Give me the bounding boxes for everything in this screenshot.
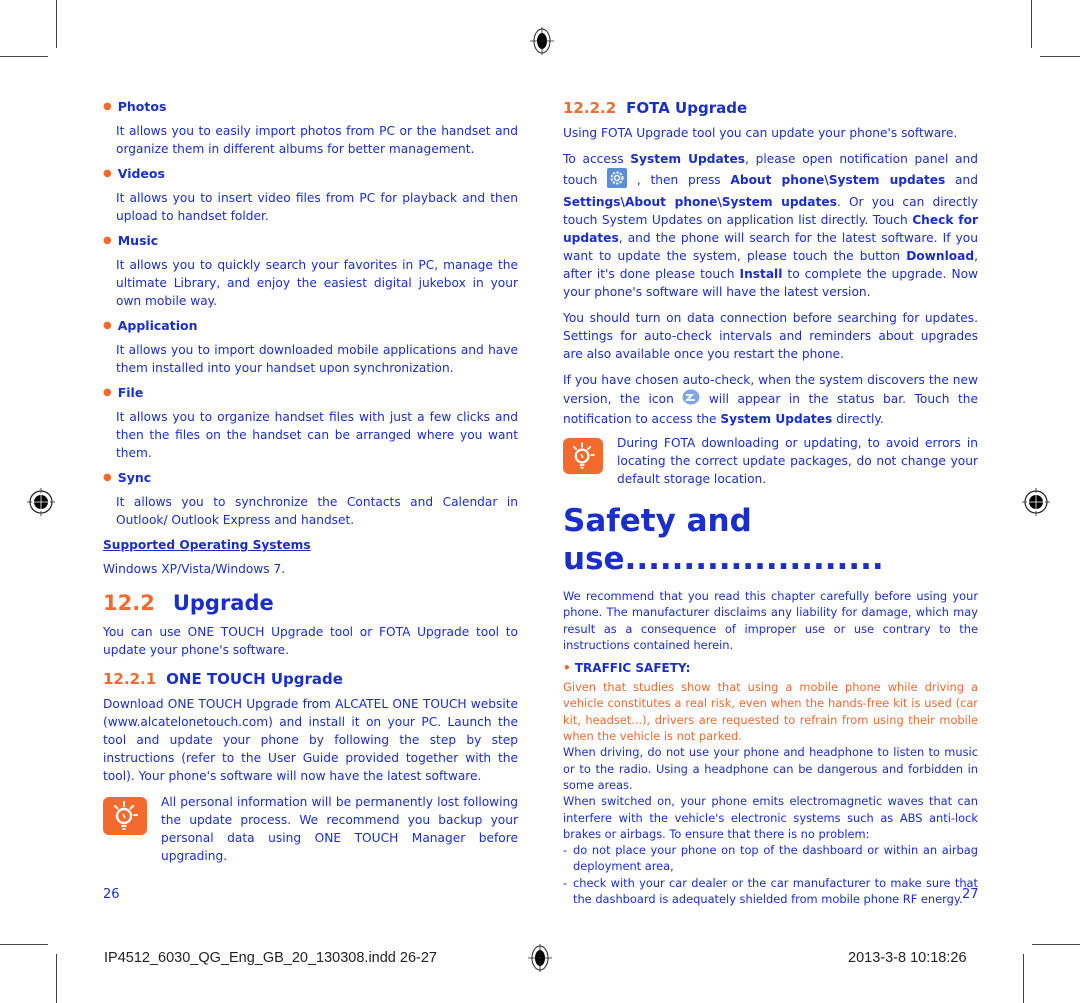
section-number: 12.2 bbox=[103, 591, 155, 615]
tip-text: All personal information will be permane… bbox=[161, 795, 518, 863]
tip-note: All personal information will be permane… bbox=[103, 793, 518, 865]
feature-title: Application bbox=[117, 318, 198, 333]
crop-mark bbox=[1032, 944, 1080, 945]
feature-title: File bbox=[117, 385, 144, 400]
subsection-heading: 12.2.2 FOTA Upgrade bbox=[563, 98, 978, 118]
fota-intro: Using FOTA Upgrade tool you can update y… bbox=[563, 126, 958, 140]
crop-mark bbox=[1031, 0, 1032, 48]
feature-description: It allows you to insert video files from… bbox=[116, 191, 518, 223]
feature-title: Photos bbox=[117, 99, 167, 114]
chapter-title: Safety and use...................... bbox=[563, 503, 884, 577]
subsection-heading: 12.2.1 ONE TOUCH Upgrade bbox=[103, 669, 518, 689]
crop-mark bbox=[1040, 56, 1080, 57]
page-number: 27 bbox=[962, 887, 979, 902]
section-body: You can use ONE TOUCH Upgrade tool or FO… bbox=[103, 625, 518, 657]
registration-mark-icon bbox=[1022, 488, 1050, 516]
supported-os-text: Windows XP/Vista/Windows 7. bbox=[103, 562, 286, 576]
lightbulb-icon bbox=[103, 797, 147, 835]
page-number: 26 bbox=[103, 887, 120, 902]
feature-item: ● Sync It allows you to synchronize the C… bbox=[103, 469, 518, 529]
feature-title: Music bbox=[117, 233, 159, 248]
feature-item: ● Music It allows you to quickly search y… bbox=[103, 232, 518, 310]
settings-gear-icon bbox=[607, 168, 628, 193]
feature-description: It allows you to quickly search your fav… bbox=[116, 258, 518, 308]
driving-text: When driving, do not use your phone and … bbox=[563, 745, 978, 792]
subsection-number: 12.2.2 bbox=[563, 99, 617, 117]
tip-note: During FOTA downloading or updating, to … bbox=[563, 434, 978, 488]
crop-mark bbox=[56, 954, 57, 1003]
tip-text: During FOTA downloading or updating, to … bbox=[617, 436, 978, 486]
traffic-warning: Given that studies show that using a mob… bbox=[563, 680, 978, 744]
feature-description: It allows you to import downloaded mobil… bbox=[116, 343, 518, 375]
subsection-number: 12.2.1 bbox=[103, 670, 157, 688]
file-slug: IP4512_6030_QG_Eng_GB_20_130308.indd 26-… bbox=[104, 950, 437, 966]
list-item: - check with your car dealer or the car m… bbox=[563, 875, 978, 907]
feature-item: ● Application It allows you to import dow… bbox=[103, 317, 518, 377]
bullet-icon: ● bbox=[103, 168, 112, 179]
fota-access-instructions: To access System Updates, please open no… bbox=[563, 152, 978, 299]
bullet-icon: ● bbox=[103, 320, 112, 331]
right-page: 12.2.2 FOTA Upgrade Using FOTA Upgrade to… bbox=[563, 98, 978, 907]
traffic-safety-heading: • TRAFFIC SAFETY: bbox=[563, 661, 691, 676]
left-page: ● Photos It allows you to easily import p… bbox=[103, 98, 518, 865]
registration-mark-icon bbox=[528, 944, 552, 972]
feature-item: ● Photos It allows you to easily import p… bbox=[103, 98, 518, 158]
autocheck-text: If you have chosen auto-check, when the … bbox=[563, 373, 978, 426]
feature-description: It allows you to synchronize the Contact… bbox=[116, 495, 518, 527]
electromagnetic-text: When switched on, your phone emits elect… bbox=[563, 794, 978, 841]
list-item: - do not place your phone on top of the d… bbox=[563, 843, 978, 874]
bullet-icon: ● bbox=[103, 387, 112, 398]
section-title: Upgrade bbox=[172, 591, 274, 615]
bullet-icon: ● bbox=[103, 472, 112, 483]
subsection-body: Download ONE TOUCH Upgrade from ALCATEL … bbox=[103, 697, 518, 783]
supported-os-heading: Supported Operating Systems bbox=[103, 538, 311, 552]
feature-item: ● File It allows you to organize handset … bbox=[103, 384, 518, 462]
feature-title: Videos bbox=[117, 166, 165, 181]
feature-description: It allows you to organize handset files … bbox=[116, 410, 518, 460]
crop-mark bbox=[1023, 954, 1024, 1003]
system-update-icon bbox=[682, 389, 700, 410]
feature-title: Sync bbox=[117, 470, 152, 485]
feature-item: ● Videos It allows you to insert video fi… bbox=[103, 165, 518, 225]
subsection-title: ONE TOUCH Upgrade bbox=[166, 670, 343, 688]
chapter-intro: We recommend that you read this chapter … bbox=[563, 589, 978, 652]
print-timestamp: 2013-3-8 10:18:26 bbox=[848, 950, 967, 966]
lightbulb-icon bbox=[563, 438, 603, 474]
registration-mark-icon bbox=[27, 488, 55, 516]
section-heading: 12.2 Upgrade bbox=[103, 590, 518, 616]
crop-mark bbox=[0, 944, 48, 945]
bullet-icon: ● bbox=[103, 101, 112, 112]
crop-mark bbox=[56, 0, 57, 48]
registration-mark-icon bbox=[530, 27, 554, 55]
data-connection-text: You should turn on data connection befor… bbox=[563, 311, 978, 361]
subsection-title: FOTA Upgrade bbox=[626, 99, 748, 117]
bullet-icon: ● bbox=[103, 235, 112, 246]
bullet-icon: • bbox=[563, 661, 575, 676]
feature-description: It allows you to easily import photos fr… bbox=[116, 124, 518, 156]
crop-mark bbox=[0, 56, 48, 57]
